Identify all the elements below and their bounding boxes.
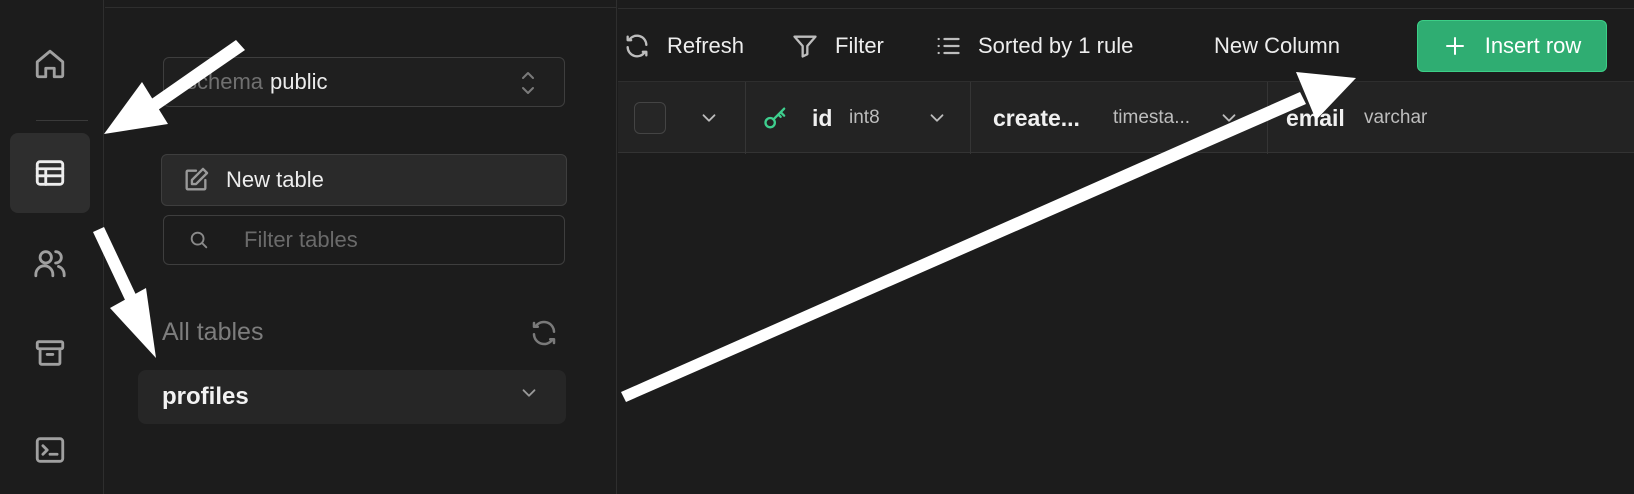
schema-select[interactable]: schema public — [163, 57, 565, 107]
new-table-button[interactable]: New table — [161, 154, 567, 206]
column-name: id — [812, 104, 833, 131]
grid-header-row: id int8 create... timesta... email varch… — [618, 81, 1634, 154]
column-type: varchar — [1364, 107, 1428, 128]
home-nav-button[interactable] — [10, 24, 90, 104]
refresh-button[interactable]: Refresh — [623, 29, 744, 63]
refresh-icon — [626, 34, 648, 58]
filter-label: Filter — [835, 33, 884, 58]
plus-icon — [1445, 37, 1464, 55]
table-list-item-profiles[interactable]: profiles — [138, 370, 566, 424]
sort-button[interactable]: Sorted by 1 rule — [934, 29, 1133, 63]
filter-button[interactable]: Filter — [791, 29, 884, 63]
column-header-id[interactable]: id int8 — [746, 82, 971, 154]
filter-tables-input[interactable] — [244, 227, 544, 253]
column-type: int8 — [849, 107, 880, 128]
schema-value: public — [270, 69, 328, 94]
search-icon — [190, 231, 208, 249]
chevron-down-icon[interactable] — [1218, 107, 1240, 134]
all-tables-heading: All tables — [162, 318, 264, 346]
grid-toolbar: Refresh Filter Sorted by 1 rule New Colu… — [618, 8, 1634, 81]
storage-nav-button[interactable] — [10, 313, 90, 393]
sql-editor-nav-button[interactable] — [10, 410, 90, 490]
schema-label: schema — [186, 69, 264, 94]
chevron-down-icon[interactable] — [518, 382, 540, 411]
table-sidebar: schema public New table All tables profi… — [105, 0, 617, 494]
authentication-nav-button[interactable] — [10, 223, 90, 303]
primary-key-icon — [762, 104, 790, 137]
rail-divider — [36, 120, 88, 121]
filter-icon — [793, 35, 817, 58]
column-name: create... — [993, 104, 1080, 131]
terminal-icon — [35, 437, 65, 463]
table-name: profiles — [162, 383, 249, 410]
chevron-down-icon[interactable] — [698, 107, 720, 134]
column-header-created-at[interactable]: create... timesta... — [978, 82, 1268, 154]
filter-tables-field[interactable] — [163, 215, 565, 265]
table-editor-nav-button[interactable] — [10, 133, 90, 213]
home-icon — [35, 49, 65, 79]
users-icon — [34, 250, 66, 278]
select-all-cell — [618, 82, 746, 154]
insert-row-button[interactable]: Insert row — [1417, 20, 1607, 72]
sidebar-top-border — [105, 0, 617, 8]
edit-icon — [185, 167, 209, 191]
new-column-button[interactable]: New Column — [1214, 29, 1340, 63]
column-type: timesta... — [1113, 107, 1191, 128]
chevron-down-icon[interactable] — [926, 107, 948, 134]
chevron-up-down-icon — [518, 68, 538, 98]
new-column-label: New Column — [1214, 33, 1340, 58]
table-editor-main: Refresh Filter Sorted by 1 rule New Colu… — [618, 0, 1634, 494]
select-all-checkbox[interactable] — [634, 102, 666, 134]
column-name: email — [1286, 104, 1345, 131]
refresh-tables-button[interactable] — [529, 318, 559, 348]
left-nav-rail — [0, 0, 104, 494]
list-icon — [937, 37, 960, 55]
column-header-email[interactable]: email varchar — [1268, 82, 1634, 154]
new-table-label: New table — [226, 167, 324, 192]
refresh-label: Refresh — [667, 33, 745, 58]
table-editor-icon — [35, 160, 65, 186]
sort-label: Sorted by 1 rule — [978, 33, 1134, 58]
archive-icon — [35, 340, 65, 366]
refresh-icon — [532, 320, 556, 346]
insert-row-label: Insert row — [1484, 33, 1582, 58]
